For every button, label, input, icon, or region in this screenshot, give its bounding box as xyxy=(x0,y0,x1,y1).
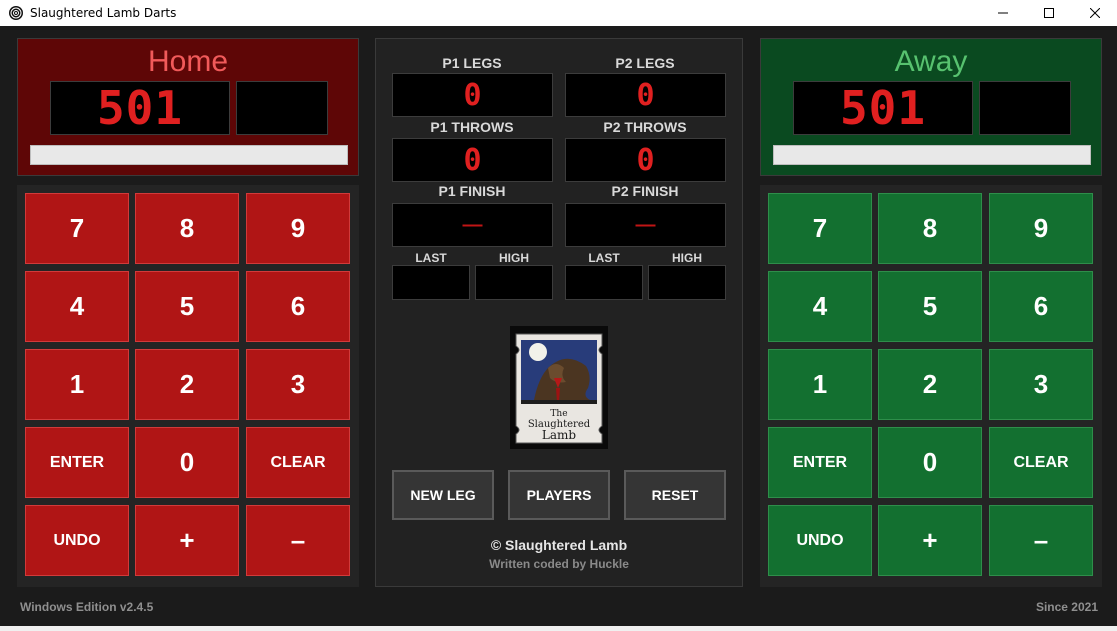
stats-panel: P1 LEGS P2 LEGS 0 0 P1 THROWS P2 THROWS … xyxy=(375,38,743,587)
home-clear-button[interactable]: CLEAR xyxy=(246,427,350,498)
p2-throws-display: 0 xyxy=(565,138,726,182)
away-enter-button[interactable]: ENTER xyxy=(768,427,872,498)
home-undo-button[interactable]: UNDO xyxy=(25,505,129,576)
close-button[interactable] xyxy=(1072,0,1117,26)
copyright-text: © Slaughtered Lamb xyxy=(490,537,628,553)
home-player-name: Home xyxy=(147,45,229,78)
home-key-8[interactable]: 8 xyxy=(135,193,239,264)
app-body: Home 501 Away 501 7 8 9 4 5 6 1 2 3 ENTE… xyxy=(0,26,1117,626)
away-player-name: Away xyxy=(894,45,968,78)
window-title: Slaughtered Lamb Darts xyxy=(30,6,177,20)
away-plus-button[interactable]: + xyxy=(878,505,982,576)
p2-high-display xyxy=(648,265,726,300)
credit-text: Written coded by Huckle xyxy=(489,557,629,571)
away-minus-button[interactable]: – xyxy=(989,505,1093,576)
svg-text:The: The xyxy=(550,409,567,419)
home-key-3[interactable]: 3 xyxy=(246,349,350,420)
home-key-4[interactable]: 4 xyxy=(25,271,129,342)
away-secondary-display xyxy=(979,81,1071,135)
home-key-9[interactable]: 9 xyxy=(246,193,350,264)
p2-finish-display: — xyxy=(565,203,726,247)
home-key-0[interactable]: 0 xyxy=(135,427,239,498)
away-keypad: 7 8 9 4 5 6 1 2 3 ENTER 0 CLEAR UNDO + – xyxy=(760,185,1102,587)
home-key-2[interactable]: 2 xyxy=(135,349,239,420)
home-secondary-display xyxy=(236,81,328,135)
bottom-edge xyxy=(0,626,1117,631)
away-undo-button[interactable]: UNDO xyxy=(768,505,872,576)
players-button[interactable]: PLAYERS xyxy=(508,470,610,520)
p2-high-label: HIGH xyxy=(672,251,702,265)
away-key-8[interactable]: 8 xyxy=(878,193,982,264)
away-key-5[interactable]: 5 xyxy=(878,271,982,342)
home-key-6[interactable]: 6 xyxy=(246,271,350,342)
title-bar: Slaughtered Lamb Darts xyxy=(0,0,1117,26)
away-key-3[interactable]: 3 xyxy=(989,349,1093,420)
p2-legs-label: P2 LEGS xyxy=(615,55,675,71)
new-leg-button[interactable]: NEW LEG xyxy=(392,470,494,520)
maximize-button[interactable] xyxy=(1026,0,1072,26)
away-key-0[interactable]: 0 xyxy=(878,427,982,498)
away-key-2[interactable]: 2 xyxy=(878,349,982,420)
p2-finish-label: P2 FINISH xyxy=(611,183,679,199)
away-score-panel: Away 501 xyxy=(760,38,1102,176)
reset-button[interactable]: RESET xyxy=(624,470,726,520)
minimize-button[interactable] xyxy=(980,0,1026,26)
dartboard-icon xyxy=(9,6,23,20)
p1-high-label: HIGH xyxy=(499,251,529,265)
p2-last-label: LAST xyxy=(588,251,620,265)
home-score-input[interactable] xyxy=(30,145,348,165)
away-key-4[interactable]: 4 xyxy=(768,271,872,342)
edition-text: Windows Edition v2.4.5 xyxy=(20,600,154,614)
p1-throws-display: 0 xyxy=(392,138,553,182)
home-plus-button[interactable]: + xyxy=(135,505,239,576)
away-key-7[interactable]: 7 xyxy=(768,193,872,264)
p1-high-display xyxy=(475,265,553,300)
p1-legs-display: 0 xyxy=(392,73,553,117)
minimize-icon xyxy=(998,12,1008,14)
svg-text:Lamb: Lamb xyxy=(542,428,577,442)
p1-finish-label: P1 FINISH xyxy=(438,183,506,199)
since-text: Since 2021 xyxy=(1035,600,1098,614)
p1-legs-label: P1 LEGS xyxy=(442,55,502,71)
p1-finish-display: — xyxy=(392,203,553,247)
home-score-display: 501 xyxy=(50,81,230,135)
away-clear-button[interactable]: CLEAR xyxy=(989,427,1093,498)
werewolf-sign-icon: The Slaughtered Lamb xyxy=(510,326,608,449)
home-score-panel: Home 501 xyxy=(17,38,359,176)
maximize-icon xyxy=(1044,8,1054,18)
p1-throws-label: P1 THROWS xyxy=(430,119,514,135)
away-score-input[interactable] xyxy=(773,145,1091,165)
home-key-7[interactable]: 7 xyxy=(25,193,129,264)
away-key-9[interactable]: 9 xyxy=(989,193,1093,264)
away-key-1[interactable]: 1 xyxy=(768,349,872,420)
home-key-1[interactable]: 1 xyxy=(25,349,129,420)
p1-last-label: LAST xyxy=(415,251,447,265)
slaughtered-lamb-logo: The Slaughtered Lamb xyxy=(510,326,608,449)
away-score-display: 501 xyxy=(793,81,973,135)
close-icon xyxy=(1090,8,1100,18)
p2-throws-label: P2 THROWS xyxy=(603,119,687,135)
p2-last-display xyxy=(565,265,643,300)
home-enter-button[interactable]: ENTER xyxy=(25,427,129,498)
away-key-6[interactable]: 6 xyxy=(989,271,1093,342)
home-minus-button[interactable]: – xyxy=(246,505,350,576)
home-keypad: 7 8 9 4 5 6 1 2 3 ENTER 0 CLEAR UNDO + – xyxy=(17,185,359,587)
p1-last-display xyxy=(392,265,470,300)
p2-legs-display: 0 xyxy=(565,73,726,117)
home-key-5[interactable]: 5 xyxy=(135,271,239,342)
